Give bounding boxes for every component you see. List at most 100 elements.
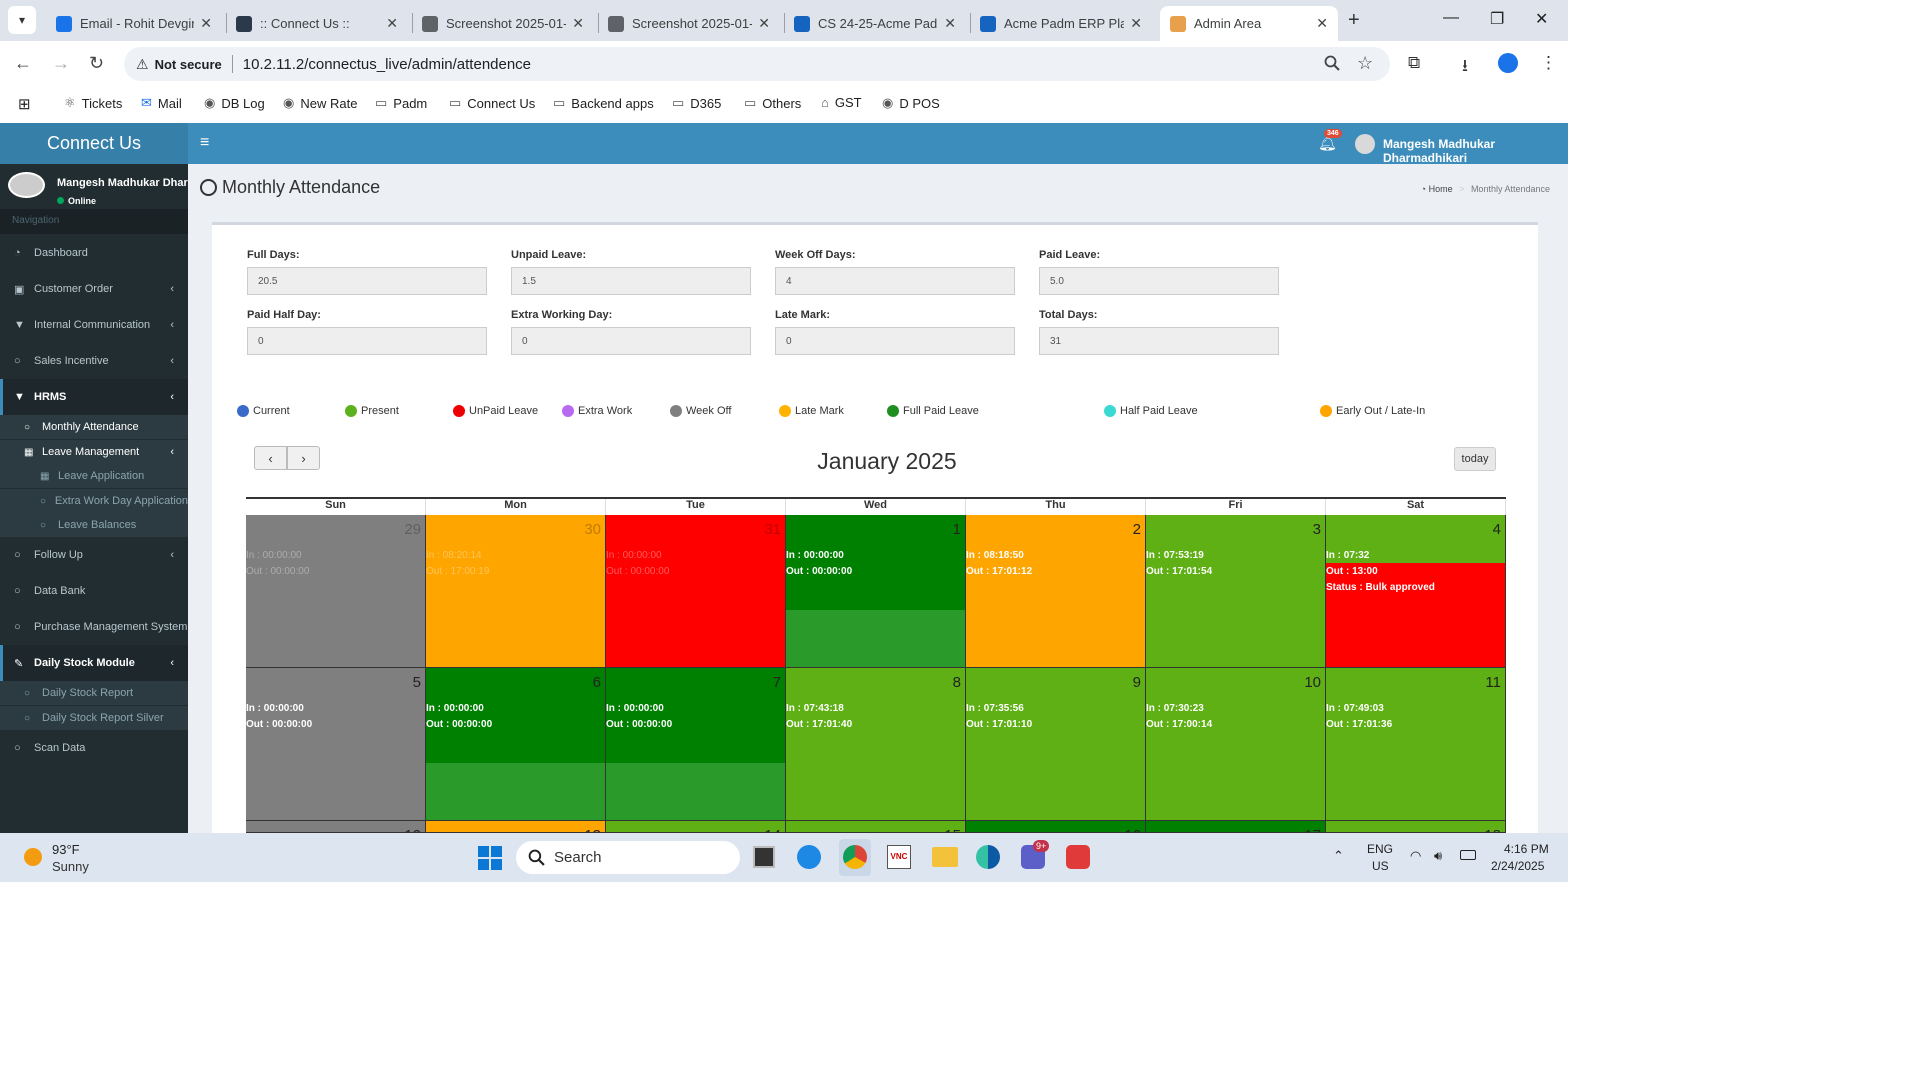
today-button[interactable]: today [1454, 447, 1496, 471]
close-icon[interactable]: ✕ [1130, 15, 1142, 32]
sidebar-item-leave-management[interactable]: ▦ Leave Management ‹ [0, 440, 188, 464]
profile-icon[interactable] [1498, 53, 1518, 73]
calendar-day[interactable]: 7 In : 00:00:00 Out : 00:00:00 [606, 668, 786, 821]
event-in-time[interactable]: In : 00:00:00 [246, 703, 304, 714]
calendar-day[interactable]: 5 In : 00:00:00 Out : 00:00:00 [246, 668, 426, 821]
paid-half-day-input[interactable]: 0 [247, 327, 487, 355]
close-icon[interactable]: ✕ [1316, 15, 1328, 32]
event-out-time[interactable]: Out : 17:01:10 [966, 719, 1032, 730]
close-icon[interactable]: ✕ [200, 15, 212, 32]
task-view-icon[interactable] [753, 846, 775, 868]
minimize-button[interactable]: — [1443, 9, 1459, 27]
bookmark-others[interactable]: ▭ Others [744, 95, 801, 111]
sidebar-item-leave-application[interactable]: ▦ Leave Application [0, 464, 188, 488]
event-in-time[interactable]: In : 07:43:18 [786, 703, 844, 714]
windows-start-icon[interactable] [478, 846, 502, 870]
bookmark-tickets[interactable]: ⚛ Tickets [64, 95, 122, 111]
tab-search-button[interactable]: ▾ [8, 6, 36, 34]
calendar-day[interactable]: 18 [1326, 821, 1506, 833]
event-out-time[interactable]: Out : 17:01:12 [966, 566, 1032, 577]
chrome-icon[interactable] [843, 845, 867, 869]
wifi-icon[interactable]: ◠ [1410, 848, 1421, 864]
user-menu[interactable]: Mangesh Madhukar Dharmadhikari [1383, 137, 1568, 165]
event-in-time[interactable]: In : 07:53:19 [1146, 550, 1204, 561]
extensions-icon[interactable]: ⧉ [1408, 53, 1420, 73]
event-out-time[interactable]: Out : 17:01:36 [1326, 719, 1392, 730]
language-secondary[interactable]: US [1372, 859, 1389, 873]
calendar-day[interactable]: 6 In : 00:00:00 Out : 00:00:00 [426, 668, 606, 821]
sidebar-item-extra-work-day[interactable]: ○ Extra Work Day Application [0, 489, 188, 513]
calendar-day[interactable]: 1 In : 00:00:00 Out : 00:00:00 [786, 515, 966, 668]
menu-icon[interactable]: ⋮ [1540, 53, 1557, 73]
calendar-day[interactable]: 14 [606, 821, 786, 833]
bookmark-mail[interactable]: ✉ Mail [141, 95, 182, 111]
weather-desc[interactable]: Sunny [52, 859, 89, 874]
calendar-day[interactable]: 15 [786, 821, 966, 833]
calendar-day[interactable]: 2 In : 08:18:50 Out : 17:01:12 [966, 515, 1146, 668]
forward-icon[interactable]: → [52, 53, 70, 74]
late-mark-input[interactable]: 0 [775, 327, 1015, 355]
new-tab-button[interactable]: + [1348, 9, 1360, 32]
restore-button[interactable]: ❐ [1490, 9, 1504, 29]
calendar-day[interactable]: 17 [1146, 821, 1326, 833]
close-window-button[interactable]: ✕ [1535, 9, 1548, 29]
sidebar-item-monthly-attendance[interactable]: ○ Monthly Attendance [0, 415, 188, 439]
browser-tab[interactable]: Screenshot 2025-01-... ✕ [412, 6, 594, 41]
language-primary[interactable]: ENG [1367, 842, 1393, 856]
browser-tab[interactable]: :: Connect Us :: ✕ [226, 6, 408, 41]
close-icon[interactable]: ✕ [758, 15, 770, 32]
sidebar-toggle-icon[interactable]: ≡ [200, 134, 209, 152]
calendar-day[interactable]: 31 In : 00:00:00 Out : 00:00:00 [606, 515, 786, 668]
week-off-input[interactable]: 4 [775, 267, 1015, 295]
sidebar-item-daily-stock[interactable]: ✎ Daily Stock Module ‹ [0, 645, 188, 681]
sidebar-item-scan-data[interactable]: ○ Scan Data [0, 730, 188, 766]
bookmark-gst[interactable]: ⌂ GST [821, 95, 862, 110]
bookmark-new-rate[interactable]: ◉ New Rate [283, 95, 357, 111]
bookmark-db-log[interactable]: ◉ DB Log [204, 95, 265, 111]
bookmark-connect-us[interactable]: ▭ Connect Us [449, 95, 535, 111]
calendar-day[interactable]: 4 In : 07:32 Out : 13:00 Status : Bulk appr… [1326, 515, 1506, 668]
bookmark-backend-apps[interactable]: ▭ Backend apps [553, 95, 654, 111]
sidebar-item-internal-communication[interactable]: ▼ Internal Communication ‹ [0, 307, 188, 343]
volume-icon[interactable]: 🔊︎ [1434, 848, 1442, 864]
apps-icon[interactable]: ⊞ [18, 95, 31, 113]
sidebar-item-daily-stock-report[interactable]: ○ Daily Stock Report [0, 681, 188, 705]
browser-tab[interactable]: Screenshot 2025-01-... ✕ [598, 6, 780, 41]
event-out-time[interactable]: Out : 17:01:54 [1146, 566, 1212, 577]
sidebar-item-sales-incentive[interactable]: ○ Sales Incentive ‹ [0, 343, 188, 379]
bookmark-padm[interactable]: ▭ Padm [375, 95, 427, 111]
clock-date[interactable]: 2/24/2025 [1491, 859, 1544, 873]
event-status[interactable]: Status : Bulk approved [1326, 582, 1435, 593]
sidebar-item-hrms[interactable]: ▼ HRMS ‹ [0, 379, 188, 415]
total-days-input[interactable]: 31 [1039, 327, 1279, 355]
calendar-day[interactable]: 8 In : 07:43:18 Out : 17:01:40 [786, 668, 966, 821]
taskbar-search[interactable]: Search [516, 841, 740, 874]
omnibox[interactable]: ⚠ Not secure 10.2.11.2/connectus_live/ad… [124, 47, 1390, 81]
calendar-day[interactable]: 13 [426, 821, 606, 833]
browser-tab[interactable]: CS 24-25-Acme Padm ✕ [784, 6, 966, 41]
sidebar-item-daily-stock-silver[interactable]: ○ Daily Stock Report Silver [0, 706, 188, 730]
skype-icon[interactable] [797, 845, 821, 869]
breadcrumb-home[interactable]: Home [1429, 184, 1453, 194]
reload-icon[interactable]: ↻ [89, 53, 104, 74]
event-in-time[interactable]: In : 00:00:00 [606, 550, 662, 561]
sidebar-item-purchase[interactable]: ○ Purchase Management System [0, 609, 188, 645]
event-in-time[interactable]: In : 08:18:50 [966, 550, 1024, 561]
event-out-time[interactable]: Out : 17:01:40 [786, 719, 852, 730]
chevron-up-icon[interactable]: ⌃ [1333, 848, 1344, 864]
calendar-day[interactable]: 29 In : 00:00:00 Out : 00:00:00 [246, 515, 426, 668]
close-icon[interactable]: ✕ [572, 15, 584, 32]
sidebar-item-leave-balances[interactable]: ○ Leave Balances [0, 513, 188, 537]
back-icon[interactable]: ← [14, 53, 32, 74]
calendar-day[interactable]: 3 In : 07:53:19 Out : 17:01:54 [1146, 515, 1326, 668]
event-out-time[interactable]: Out : 00:00:00 [246, 719, 312, 730]
wps-office-icon[interactable] [1066, 845, 1090, 869]
calendar-day[interactable]: 12 [246, 821, 426, 833]
weather-temp[interactable]: 93°F [52, 842, 80, 857]
event-in-time[interactable]: In : 00:00:00 [786, 550, 844, 561]
bookmark-d365[interactable]: ▭ D365 [672, 95, 721, 111]
unpaid-leave-input[interactable]: 1.5 [511, 267, 751, 295]
event-in-time[interactable]: In : 07:30:23 [1146, 703, 1204, 714]
event-out-time[interactable]: Out : 00:00:00 [426, 719, 492, 730]
event-in-time[interactable]: In : 07:35:56 [966, 703, 1024, 714]
